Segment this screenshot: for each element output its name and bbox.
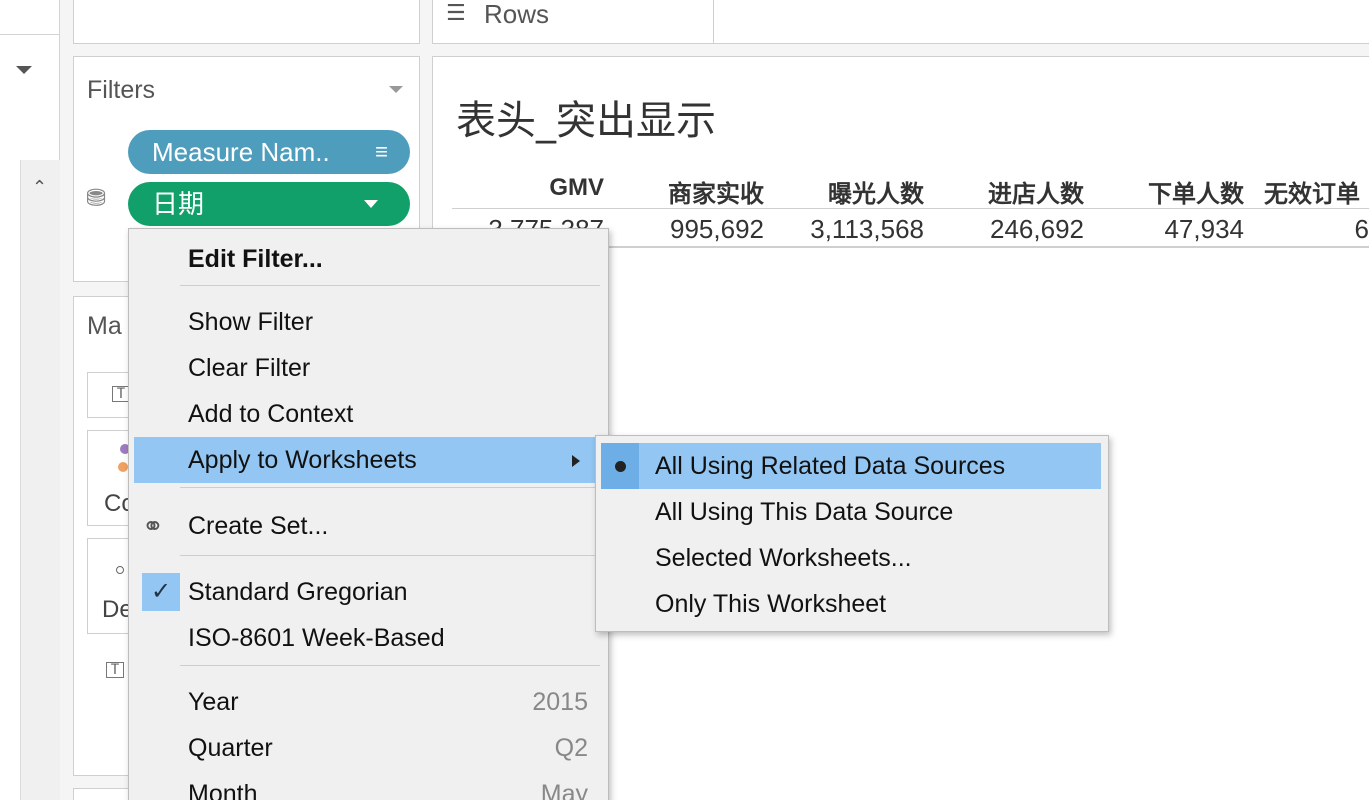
menu-separator xyxy=(180,555,600,556)
menu-item-label: Show Filter xyxy=(188,308,314,336)
menu-item-value: Q2 xyxy=(554,734,588,762)
filters-card-menu-icon[interactable] xyxy=(389,86,403,93)
filter-pill-label: 日期 xyxy=(152,189,205,219)
menu-item-label: ISO-8601 Week-Based xyxy=(188,624,445,652)
columns-pages-pane xyxy=(73,0,420,44)
menu-item-label: Standard Gregorian xyxy=(188,578,408,606)
rows-shelf-drop-area[interactable] xyxy=(713,0,1369,44)
menu-item-add-to-context[interactable]: Add to Context xyxy=(134,391,602,437)
menu-separator xyxy=(180,665,600,666)
checkmark-icon: ✓ xyxy=(142,573,180,611)
filters-card-title: Filters xyxy=(87,76,156,104)
submenu-item-label: All Using Related Data Sources xyxy=(655,452,1006,480)
menu-item-show-filter[interactable]: Show Filter xyxy=(134,299,602,345)
menu-item-standard-gregorian[interactable]: ✓ Standard Gregorian xyxy=(134,569,602,615)
sort-bars-icon: ≡ xyxy=(375,139,388,164)
marks-card-title: Ma xyxy=(87,312,122,340)
column-header[interactable]: 无效订单 xyxy=(1264,174,1369,209)
menu-item-label: Month xyxy=(188,780,258,800)
header-divider xyxy=(452,208,1369,209)
column-header[interactable]: 商家实收 xyxy=(614,174,764,209)
menu-item-edit-filter[interactable]: Edit Filter... xyxy=(134,236,602,282)
menu-item-clear-filter[interactable]: Clear Filter xyxy=(134,345,602,391)
column-header[interactable]: GMV xyxy=(454,174,604,202)
submenu-item-only-this-worksheet[interactable]: Only This Worksheet xyxy=(601,581,1101,627)
menu-item-label: Edit Filter... xyxy=(188,245,323,273)
rows-shelf-label-area xyxy=(432,0,714,44)
chevron-up-icon[interactable]: ⌃ xyxy=(32,178,47,196)
rows-shelf-label: Rows xyxy=(484,0,550,29)
worksheet-title: 表头_突出显示 xyxy=(456,98,716,144)
menu-item-iso-8601[interactable]: ISO-8601 Week-Based xyxy=(134,615,602,661)
filter-pill-measure-names[interactable]: Measure Nam.. ≡ xyxy=(128,130,410,174)
menu-item-year[interactable]: Year 2015 xyxy=(134,679,602,725)
table-cell[interactable]: 246,692 xyxy=(924,214,1084,245)
submenu-item-all-this-source[interactable]: All Using This Data Source xyxy=(601,489,1101,535)
menu-item-apply-to-worksheets[interactable]: Apply to Worksheets xyxy=(134,437,602,483)
chevron-down-icon[interactable] xyxy=(364,200,378,208)
column-header[interactable]: 曝光人数 xyxy=(774,174,924,209)
table-cell[interactable]: 995,692 xyxy=(604,214,764,245)
column-header[interactable]: 下单人数 xyxy=(1094,174,1244,209)
left-toolbar-strip: ⌃ xyxy=(0,0,60,800)
menu-item-quarter[interactable]: Quarter Q2 xyxy=(134,725,602,771)
text-mark-icon[interactable]: T xyxy=(106,662,124,678)
database-link-icon: ⛃ xyxy=(86,185,107,212)
menu-separator xyxy=(180,487,600,488)
detail-dots-icon xyxy=(116,566,124,574)
submenu-arrow-icon xyxy=(572,455,580,467)
divider xyxy=(0,34,60,35)
menu-item-value: May xyxy=(540,780,588,800)
color-swatch-icon xyxy=(118,462,128,472)
menu-item-create-set[interactable]: ⚭ Create Set... xyxy=(134,503,602,549)
table-cell[interactable]: 3,113,568 xyxy=(764,214,924,245)
vertical-scrollbar[interactable] xyxy=(20,160,60,800)
menu-item-label: Apply to Worksheets xyxy=(188,446,417,474)
submenu-item-label: Only This Worksheet xyxy=(655,590,887,618)
menu-item-label: Create Set... xyxy=(188,512,329,540)
submenu-item-label: All Using This Data Source xyxy=(655,498,954,526)
submenu-item-selected-worksheets[interactable]: Selected Worksheets... xyxy=(601,535,1101,581)
menu-item-label: Clear Filter xyxy=(188,354,311,382)
menu-item-value: 2015 xyxy=(532,688,588,716)
table-cell[interactable]: 6 xyxy=(1209,214,1369,245)
submenu-item-all-related-sources[interactable]: All Using Related Data Sources xyxy=(601,443,1101,489)
menu-item-month[interactable]: Month May xyxy=(134,771,602,800)
dropdown-arrow-icon[interactable] xyxy=(16,66,32,74)
submenu-item-label: Selected Worksheets... xyxy=(655,544,912,572)
menu-item-label: Year xyxy=(188,688,239,716)
list-icon: ☰ xyxy=(446,0,466,25)
filter-pill-label: Measure Nam.. xyxy=(152,137,330,167)
filter-pill-date[interactable]: 日期 xyxy=(128,182,410,226)
menu-separator xyxy=(180,285,600,286)
radio-selected-icon xyxy=(601,443,639,489)
create-set-icon: ⚭ xyxy=(142,511,164,541)
menu-item-label: Quarter xyxy=(188,734,273,762)
column-header[interactable]: 进店人数 xyxy=(934,174,1084,209)
menu-item-label: Add to Context xyxy=(188,400,354,428)
